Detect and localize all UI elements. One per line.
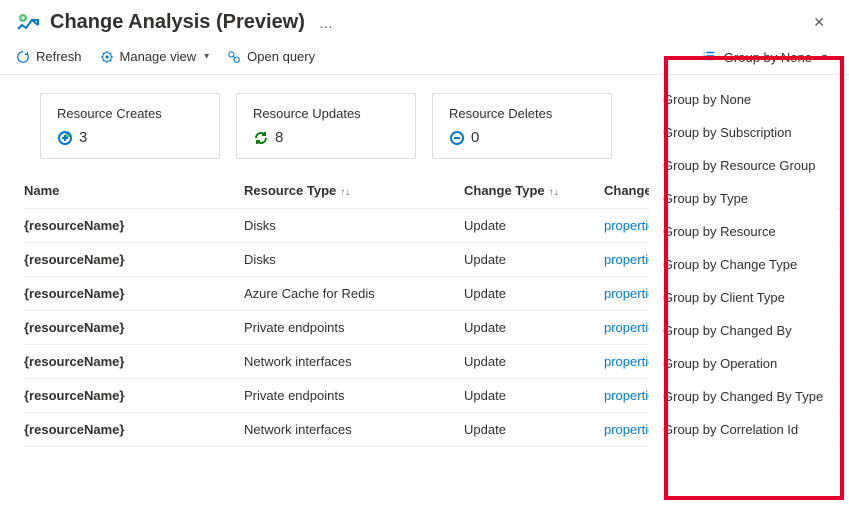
cell-name: {resourceName} (24, 320, 244, 335)
query-icon (227, 50, 241, 64)
delete-icon (449, 130, 465, 146)
sort-icon: ↑↓ (549, 187, 559, 198)
cell-resource-type: Disks (244, 252, 464, 267)
manage-view-label: Manage view (120, 49, 197, 64)
column-change-type[interactable]: Change Type↑↓ (464, 183, 604, 198)
card-value: 8 (253, 129, 399, 146)
create-icon (57, 130, 73, 146)
cell-resource-type: Private endpoints (244, 388, 464, 403)
group-by-option[interactable]: Group by Change Type (649, 248, 837, 281)
column-resource-type[interactable]: Resource Type↑↓ (244, 183, 464, 198)
card-title: Resource Updates (253, 106, 399, 121)
update-icon (253, 130, 269, 146)
cell-change-type: Update (464, 320, 604, 335)
summary-card[interactable]: Resource Creates 3 (40, 93, 220, 159)
open-query-button[interactable]: Open query (227, 49, 315, 64)
card-title: Resource Creates (57, 106, 203, 121)
group-by-option[interactable]: Group by None (649, 83, 837, 116)
summary-card[interactable]: Resource Deletes 0 (432, 93, 612, 159)
chevron-down-icon: ▾ (822, 52, 827, 63)
group-by-option[interactable]: Group by Client Type (649, 281, 837, 314)
page-title: Change Analysis (Preview) (50, 11, 305, 34)
cell-change-type: Update (464, 422, 604, 437)
cell-change-type: Update (464, 218, 604, 233)
group-by-option[interactable]: Group by Operation (649, 347, 837, 380)
group-by-option[interactable]: Group by Resource (649, 215, 837, 248)
group-by-button[interactable]: Group by None ▾ (692, 43, 837, 72)
group-by-option[interactable]: Group by Type (649, 182, 837, 215)
more-button[interactable]: … (319, 15, 335, 31)
list-icon (702, 49, 716, 66)
cell-resource-type: Azure Cache for Redis (244, 286, 464, 301)
manage-view-button[interactable]: Manage view ▾ (100, 49, 210, 64)
group-by-dropdown: Group by NoneGroup by SubscriptionGroup … (649, 77, 837, 452)
card-value: 3 (57, 129, 203, 146)
cell-name: {resourceName} (24, 218, 244, 233)
cell-name: {resourceName} (24, 252, 244, 267)
app-icon (16, 11, 40, 35)
cell-resource-type: Private endpoints (244, 320, 464, 335)
summary-card[interactable]: Resource Updates 8 (236, 93, 416, 159)
refresh-label: Refresh (36, 49, 82, 64)
cell-resource-type: Network interfaces (244, 422, 464, 437)
group-by-option[interactable]: Group by Changed By (649, 314, 837, 347)
group-by-option[interactable]: Group by Resource Group (649, 149, 837, 182)
chevron-down-icon: ▾ (204, 51, 209, 62)
group-by-option[interactable]: Group by Subscription (649, 116, 837, 149)
cell-change-type: Update (464, 252, 604, 267)
cell-name: {resourceName} (24, 354, 244, 369)
column-name[interactable]: Name (24, 183, 244, 198)
cell-change-type: Update (464, 388, 604, 403)
group-by-label: Group by None (724, 50, 812, 65)
cell-name: {resourceName} (24, 286, 244, 301)
cell-resource-type: Disks (244, 218, 464, 233)
cell-name: {resourceName} (24, 422, 244, 437)
cell-resource-type: Network interfaces (244, 354, 464, 369)
cell-change-type: Update (464, 286, 604, 301)
card-title: Resource Deletes (449, 106, 595, 121)
cell-change-type: Update (464, 354, 604, 369)
refresh-icon (16, 50, 30, 64)
card-value: 0 (449, 129, 595, 146)
group-by-option[interactable]: Group by Correlation Id (649, 413, 837, 446)
close-button[interactable]: ✕ (805, 10, 833, 35)
cell-name: {resourceName} (24, 388, 244, 403)
refresh-button[interactable]: Refresh (16, 49, 82, 64)
gear-icon (100, 50, 114, 64)
open-query-label: Open query (247, 49, 315, 64)
sort-icon: ↑↓ (340, 187, 350, 198)
group-by-option[interactable]: Group by Changed By Type (649, 380, 837, 413)
